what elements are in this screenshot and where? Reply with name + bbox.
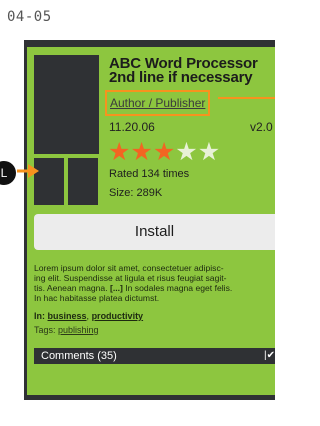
categories-row: In: business, productivity [34, 311, 143, 321]
author-link[interactable]: Author / Publisher [110, 96, 205, 110]
version-label: v2.0 [250, 120, 273, 134]
tags-row: Tags: publishing [34, 325, 99, 335]
app-screenshot-thumb-2[interactable] [68, 158, 98, 205]
description-line: ing elit. Suspendisse at ligula et risus… [34, 273, 227, 283]
callout-marker: L [0, 161, 16, 185]
star-empty-icon: ★ [197, 138, 221, 166]
rating-stars: ★ ★ ★ ★ ★ [108, 138, 221, 166]
release-date: 11.20.06 [109, 120, 155, 134]
expand-check-icon: |✔ [264, 350, 275, 361]
comments-label: Comments (35) [41, 350, 117, 362]
callout-arrow-icon [17, 164, 39, 178]
category-separator: , [86, 311, 90, 321]
app-title: ABC Word Processor 2nd line if necessary [109, 56, 275, 86]
author-highlight: Author / Publisher [105, 90, 211, 116]
tag-link-publishing[interactable]: publishing [58, 325, 99, 335]
app-screenshot-main[interactable] [34, 55, 99, 154]
description-line: tis. Aenean magna. [...] In sodales magn… [34, 283, 275, 293]
description-text: In sodales magna eget felis. [122, 283, 233, 293]
read-more-link[interactable]: [...] [110, 283, 123, 293]
app-title-line-2: 2nd line if necessary [109, 69, 253, 86]
description-line: In hac habitasse platea dictumst. [34, 293, 160, 303]
star-empty-icon: ★ [175, 138, 198, 166]
rating-count: Rated 134 times [109, 168, 190, 180]
page-number-label: 04-05 [7, 9, 52, 25]
description-text: tis. Aenean magna. [34, 283, 110, 293]
star-filled-icon: ★ [130, 138, 153, 166]
description-line: Lorem ipsum dolor sit amet, consectetuer… [34, 263, 224, 273]
app-description: Lorem ipsum dolor sit amet, consectetuer… [34, 263, 275, 303]
comments-toggle[interactable]: Comments (35) |✔ [34, 348, 275, 364]
star-filled-icon: ★ [152, 138, 176, 166]
screen: 04-05 L ABC Word Processor 2nd line if n… [0, 0, 275, 426]
star-filled-icon: ★ [108, 138, 131, 166]
category-link-business[interactable]: business [48, 311, 87, 321]
tags-label: Tags: [34, 325, 56, 335]
categories-label: In: [34, 311, 45, 321]
callout-leader-line [218, 97, 275, 99]
category-link-productivity[interactable]: productivity [92, 311, 144, 321]
file-size: Size: 289K [109, 187, 163, 199]
install-button[interactable]: Install [34, 214, 275, 250]
